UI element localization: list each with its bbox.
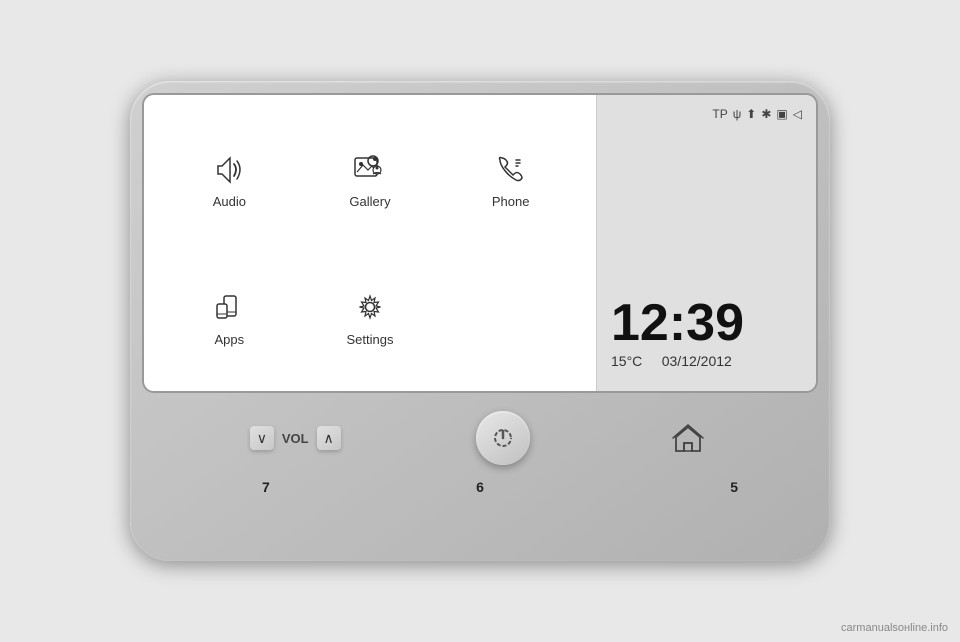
audio-icon [210, 150, 248, 188]
label-6: 6 [476, 479, 484, 495]
info-panel: TP ψ ⬆ ✱ ▣ ◁ 12:39 15°C 03/12/2012 [596, 95, 816, 391]
vol-up-icon: ∧ [323, 430, 333, 447]
home-button[interactable] [666, 416, 710, 460]
status-bt: ✱ [761, 107, 771, 121]
temperature: 15°C [611, 353, 642, 369]
watermark: carmanualsонline.info [841, 622, 948, 634]
phone-label: Phone [492, 194, 530, 209]
status-tp: TP [712, 107, 727, 121]
app-grid: Audio Gallery [144, 95, 596, 391]
clock-area: 12:39 15°C 03/12/2012 [611, 297, 802, 379]
app-settings[interactable]: Settings [305, 253, 436, 381]
screen: Audio Gallery [142, 93, 818, 393]
apps-icon [210, 288, 248, 326]
settings-label: Settings [347, 332, 394, 347]
status-battery: ▣ [776, 107, 787, 121]
power-icon [492, 427, 514, 449]
status-volume: ◁ [793, 107, 802, 121]
label-7: 7 [262, 479, 270, 495]
status-signal: ψ [733, 107, 742, 121]
app-gallery[interactable]: Gallery [305, 115, 436, 243]
vol-label: VOL [282, 431, 309, 446]
status-bar: TP ψ ⬆ ✱ ▣ ◁ [611, 107, 802, 121]
vol-up-button[interactable]: ∧ [317, 426, 341, 450]
device-bezel: 2 3 1 4 Audio [130, 81, 830, 561]
home-icon [671, 421, 705, 455]
volume-control: ∨ VOL ∧ [250, 426, 341, 450]
gallery-label: Gallery [349, 194, 390, 209]
clock-time: 12:39 [611, 297, 802, 349]
app-phone[interactable]: Phone [445, 115, 576, 243]
date: 03/12/2012 [662, 353, 732, 369]
status-data: ⬆ [746, 107, 756, 121]
settings-icon [351, 288, 389, 326]
app-apps[interactable]: Apps [164, 253, 295, 381]
gallery-icon [351, 150, 389, 188]
audio-label: Audio [213, 194, 246, 209]
phone-icon [492, 150, 530, 188]
app-audio[interactable]: Audio [164, 115, 295, 243]
vol-down-button[interactable]: ∨ [250, 426, 274, 450]
vol-down-icon: ∨ [257, 430, 267, 447]
bottom-controls: ∨ VOL ∧ 7 6 5 [142, 393, 818, 475]
apps-label: Apps [215, 332, 245, 347]
power-button[interactable] [476, 411, 530, 465]
clock-info: 15°C 03/12/2012 [611, 353, 802, 369]
label-5: 5 [730, 479, 738, 495]
